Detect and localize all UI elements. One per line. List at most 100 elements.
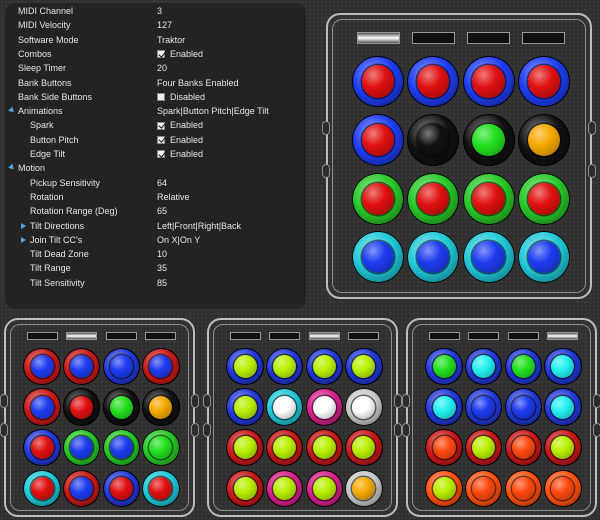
arcade-button-r4-c3[interactable]: [102, 470, 140, 508]
arcade-button-r4-c4[interactable]: [544, 470, 582, 508]
bank-side-button[interactable]: [322, 163, 330, 178]
arcade-button-r3-c4[interactable]: [544, 429, 582, 467]
arcade-button-r2-c4[interactable]: [544, 388, 582, 426]
bank-button-3[interactable]: [308, 331, 340, 340]
setting-row-rotation-range-deg[interactable]: Rotation Range (Deg) 65: [5, 204, 306, 218]
arcade-button-r1-c3[interactable]: [305, 347, 343, 385]
arcade-button-r2-c3[interactable]: [504, 388, 542, 426]
setting-value[interactable]: Traktor: [157, 33, 185, 47]
setting-value[interactable]: 64: [157, 176, 167, 190]
arcade-button-r4-c3[interactable]: [504, 470, 542, 508]
setting-value[interactable]: Enabled: [157, 133, 203, 147]
setting-row-tilt-sensitivity[interactable]: Tilt Sensitivity 85: [5, 276, 306, 290]
bank-button-4[interactable]: [145, 331, 177, 340]
arcade-button-r3-c1[interactable]: [23, 429, 61, 467]
setting-row-spark[interactable]: Spark Enabled: [5, 118, 306, 132]
checkbox[interactable]: [157, 135, 165, 144]
setting-row-sleep-timer[interactable]: Sleep Timer 20: [5, 61, 306, 75]
arcade-button-r4-c1[interactable]: [425, 470, 463, 508]
bank-button-2[interactable]: [468, 331, 500, 340]
arcade-button-r3-c1[interactable]: [425, 429, 463, 467]
setting-row-pickup-sensitivity[interactable]: Pickup Sensitivity 64: [5, 176, 306, 190]
bank-button-1[interactable]: [26, 331, 58, 340]
arcade-button-r1-c4[interactable]: [345, 347, 383, 385]
checkbox[interactable]: [157, 50, 165, 59]
bank-button-3[interactable]: [507, 331, 539, 340]
arcade-button-r2-c4[interactable]: [142, 388, 180, 426]
bank-side-button[interactable]: [588, 163, 596, 178]
arcade-button-r1-c1[interactable]: [226, 347, 264, 385]
setting-value[interactable]: 10: [157, 247, 167, 261]
collapse-triangle-icon[interactable]: [8, 106, 16, 115]
arcade-button-r4-c1[interactable]: [226, 470, 264, 508]
bank-side-button[interactable]: [402, 423, 410, 438]
setting-row-join-tilt-cc-s[interactable]: Join Tilt CC's On X|On Y: [5, 233, 306, 247]
setting-row-tilt-range[interactable]: Tilt Range 35: [5, 261, 306, 275]
arcade-button-r1-c3[interactable]: [504, 347, 542, 385]
setting-value[interactable]: Four Banks Enabled: [157, 76, 239, 90]
setting-value[interactable]: Enabled: [157, 118, 203, 132]
setting-value[interactable]: Disabled: [157, 90, 205, 104]
bank-side-button[interactable]: [402, 393, 410, 408]
bank-side-button[interactable]: [593, 423, 600, 438]
arcade-button-r3-c3[interactable]: [462, 172, 515, 225]
arcade-button-r2-c4[interactable]: [517, 114, 570, 167]
bank-button-2[interactable]: [269, 331, 301, 340]
bank-button-1[interactable]: [356, 32, 400, 44]
arcade-button-r1-c2[interactable]: [465, 347, 503, 385]
arcade-button-r3-c4[interactable]: [345, 429, 383, 467]
arcade-button-r2-c1[interactable]: [226, 388, 264, 426]
arcade-button-r4-c1[interactable]: [23, 470, 61, 508]
arcade-button-r2-c1[interactable]: [425, 388, 463, 426]
setting-value[interactable]: 3: [157, 4, 162, 18]
setting-row-animations[interactable]: Animations Spark|Button Pitch|Edge Tilt: [5, 104, 306, 118]
expand-triangle-icon[interactable]: [21, 236, 26, 243]
bank-side-button[interactable]: [322, 120, 330, 135]
setting-row-bank-side-buttons[interactable]: Bank Side Buttons Disabled: [5, 90, 306, 104]
expand-triangle-icon[interactable]: [21, 222, 26, 229]
arcade-button-r1-c1[interactable]: [425, 347, 463, 385]
arcade-button-r2-c3[interactable]: [305, 388, 343, 426]
bank-side-button[interactable]: [203, 393, 211, 408]
arcade-button-r4-c4[interactable]: [517, 231, 570, 284]
arcade-button-r2-c2[interactable]: [63, 388, 101, 426]
checkbox[interactable]: [157, 92, 165, 101]
setting-row-midi-velocity[interactable]: MIDI Velocity 127: [5, 18, 306, 32]
arcade-button-r3-c4[interactable]: [142, 429, 180, 467]
arcade-button-r1-c2[interactable]: [63, 347, 101, 385]
arcade-button-r1-c1[interactable]: [23, 347, 61, 385]
bank-side-button[interactable]: [593, 393, 600, 408]
bank-button-3[interactable]: [467, 32, 511, 44]
setting-value[interactable]: 65: [157, 204, 167, 218]
collapse-triangle-icon[interactable]: [8, 163, 16, 172]
bank-side-button[interactable]: [191, 423, 199, 438]
arcade-button-r1-c4[interactable]: [517, 55, 570, 108]
bank-side-button[interactable]: [0, 423, 8, 438]
bank-button-1[interactable]: [428, 331, 460, 340]
bank-button-4[interactable]: [348, 331, 380, 340]
setting-row-motion[interactable]: Motion: [5, 161, 306, 175]
arcade-button-r2-c3[interactable]: [102, 388, 140, 426]
bank-button-2[interactable]: [411, 32, 455, 44]
arcade-button-r2-c2[interactable]: [465, 388, 503, 426]
bank-side-button[interactable]: [394, 423, 402, 438]
setting-value[interactable]: Enabled: [157, 47, 203, 61]
setting-row-midi-channel[interactable]: MIDI Channel 3: [5, 4, 306, 18]
setting-value[interactable]: Relative: [157, 190, 190, 204]
bank-button-2[interactable]: [66, 331, 98, 340]
arcade-button-r4-c3[interactable]: [305, 470, 343, 508]
checkbox[interactable]: [157, 121, 165, 130]
bank-button-4[interactable]: [522, 32, 566, 44]
arcade-button-r1-c1[interactable]: [352, 55, 405, 108]
setting-row-software-mode[interactable]: Software Mode Traktor: [5, 33, 306, 47]
setting-row-tilt-dead-zone[interactable]: Tilt Dead Zone 10: [5, 247, 306, 261]
arcade-button-r2-c3[interactable]: [462, 114, 515, 167]
bank-side-button[interactable]: [588, 120, 596, 135]
arcade-button-r2-c2[interactable]: [266, 388, 304, 426]
arcade-button-r2-c1[interactable]: [352, 114, 405, 167]
bank-button-3[interactable]: [105, 331, 137, 340]
bank-side-button[interactable]: [0, 393, 8, 408]
arcade-button-r1-c2[interactable]: [266, 347, 304, 385]
setting-value[interactable]: 127: [157, 18, 172, 32]
arcade-button-r2-c4[interactable]: [345, 388, 383, 426]
